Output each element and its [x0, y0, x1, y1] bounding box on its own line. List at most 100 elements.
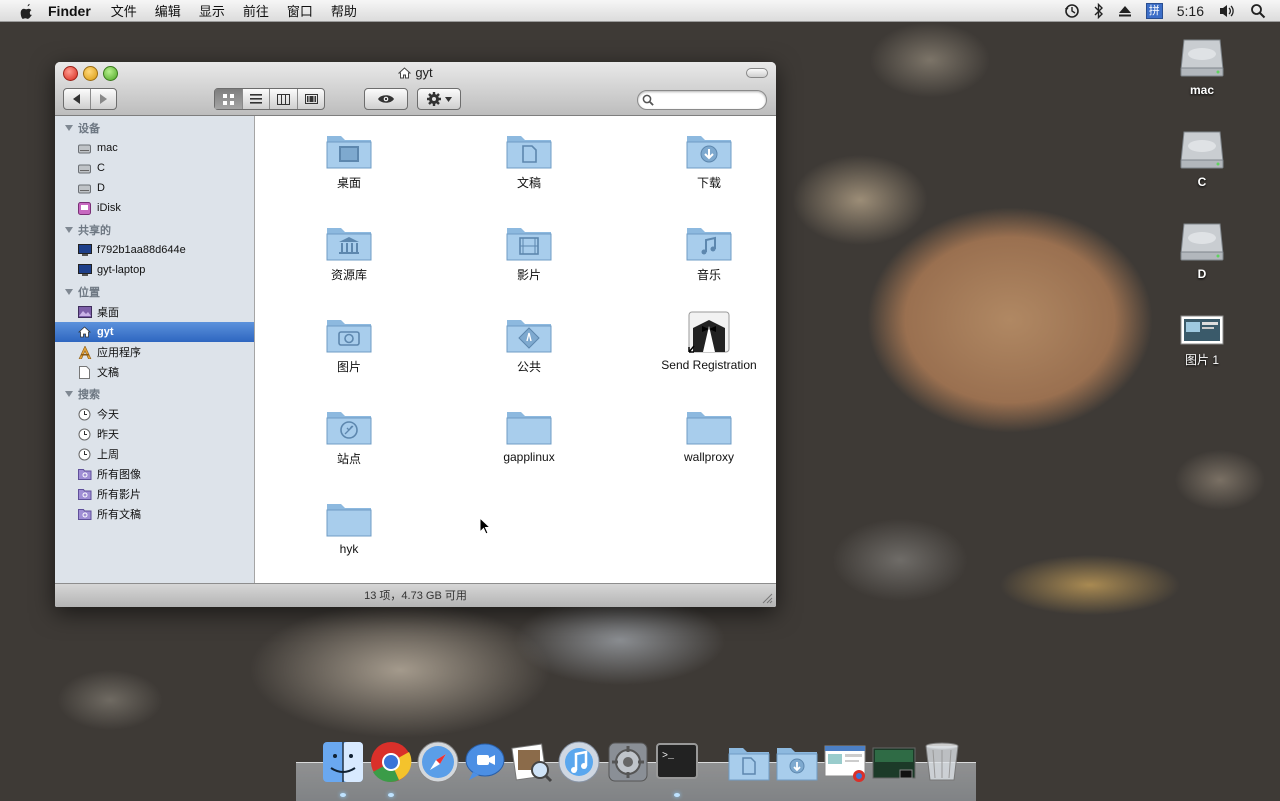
bluetooth-icon[interactable] [1094, 2, 1104, 19]
movies-folder-icon [505, 222, 553, 262]
send-registration-alias-icon [685, 310, 733, 354]
desktop-icon-mac[interactable]: mac [1162, 30, 1242, 97]
sidebar-section-search[interactable]: 搜索 [55, 386, 254, 404]
search-input[interactable] [654, 93, 758, 107]
sidebar-item-label: iDisk [97, 202, 121, 214]
list-view-button[interactable] [243, 89, 271, 109]
menu-edit[interactable]: 编辑 [155, 1, 181, 20]
sidebar-item-label: gyt [97, 326, 114, 338]
file-item-wallproxy[interactable]: wallproxy [634, 406, 776, 464]
sidebar-item-desktop[interactable]: 桌面 [55, 302, 254, 322]
disclosure-triangle-icon [65, 125, 73, 131]
finder-icon[interactable] [321, 740, 365, 784]
sidebar-item-today[interactable]: 今天 [55, 404, 254, 424]
file-item-gapplinux[interactable]: gapplinux [454, 406, 604, 464]
file-item-hyk[interactable]: hyk [274, 498, 424, 556]
itunes-icon[interactable] [557, 740, 601, 784]
trash-icon[interactable] [920, 740, 964, 784]
menu-clock[interactable]: 5:16 [1177, 3, 1204, 19]
sidebar-item-last-week[interactable]: 上周 [55, 444, 254, 464]
folder-icon [325, 498, 373, 538]
volume-icon[interactable] [1218, 3, 1236, 19]
terminal-icon[interactable]: >_ [655, 740, 699, 784]
forward-button[interactable] [91, 89, 117, 109]
gear-icon [426, 92, 441, 106]
web-page-stack-icon[interactable] [823, 740, 867, 784]
file-item-downloads[interactable]: 下载 [634, 130, 776, 191]
menu-go[interactable]: 前往 [243, 1, 269, 20]
view-mode-selector [214, 88, 325, 110]
icon-view-button[interactable] [215, 89, 243, 109]
file-item-sites[interactable]: 站点 [274, 406, 424, 467]
sidebar-item-gyt-laptop[interactable]: gyt-laptop [55, 260, 254, 280]
desktop-icon-label: mac [1189, 83, 1215, 97]
sidebar-section-devices[interactable]: 设备 [55, 120, 254, 138]
sidebar-section-places[interactable]: 位置 [55, 284, 254, 302]
sidebar-item-label: 所有文稿 [97, 509, 141, 521]
menu-view[interactable]: 显示 [199, 1, 225, 20]
menu-help[interactable]: 帮助 [331, 1, 357, 20]
file-item-movies[interactable]: 影片 [454, 222, 604, 283]
column-view-button[interactable] [270, 89, 299, 109]
file-item-library[interactable]: 资源库 [274, 222, 424, 283]
ichat-icon[interactable] [463, 740, 507, 784]
eject-icon[interactable] [1118, 4, 1132, 18]
public-folder-icon [505, 314, 553, 354]
file-item-label: 下载 [696, 176, 721, 190]
sidebar-item-yesterday[interactable]: 昨天 [55, 424, 254, 444]
desktop-icon-screenshot[interactable]: 图片 1 [1162, 314, 1242, 368]
idisk-icon [77, 201, 92, 215]
desktop-icon-d[interactable]: D [1162, 214, 1242, 281]
window-title: gyt [55, 65, 776, 80]
input-method-icon[interactable]: 拼 [1145, 2, 1163, 19]
sidebar-item-label: 上周 [97, 449, 119, 461]
sidebar-item-mac[interactable]: mac [55, 138, 254, 158]
sidebar-item-all-movies[interactable]: 所有影片 [55, 484, 254, 504]
sidebar-item-applications[interactable]: 应用程序 [55, 342, 254, 362]
menu-bar: Finder 文件 编辑 显示 前往 窗口 帮助 拼 5:16 [0, 0, 1280, 22]
sidebar-item-label: C [97, 162, 105, 174]
desktop-icon-label: D [1197, 267, 1207, 281]
file-item-public[interactable]: 公共 [454, 314, 604, 375]
desktop-icon-c[interactable]: C [1162, 122, 1242, 189]
safari-icon[interactable] [416, 740, 460, 784]
sidebar-item-all-images[interactable]: 所有图像 [55, 464, 254, 484]
menu-file[interactable]: 文件 [111, 1, 137, 20]
quick-look-button[interactable] [364, 88, 408, 110]
window-title-text: gyt [415, 65, 433, 80]
file-item-documents[interactable]: 文稿 [454, 130, 604, 191]
time-machine-icon[interactable] [1064, 3, 1080, 19]
chrome-icon[interactable] [369, 740, 413, 784]
preview-icon[interactable] [510, 740, 554, 784]
toolbar-toggle-button[interactable] [746, 68, 768, 78]
sidebar-item-all-documents[interactable]: 所有文稿 [55, 504, 254, 524]
spotlight-icon[interactable] [1250, 3, 1266, 19]
apple-menu-icon[interactable] [18, 3, 36, 19]
menu-window[interactable]: 窗口 [287, 1, 313, 20]
list-view-icon [250, 94, 263, 104]
file-item-music[interactable]: 音乐 [634, 222, 776, 283]
app-menu-finder[interactable]: Finder [48, 3, 91, 19]
back-button[interactable] [64, 89, 91, 109]
documents-stack-icon[interactable] [727, 740, 771, 784]
downloads-stack-icon[interactable] [775, 740, 819, 784]
file-item-label: hyk [339, 542, 359, 556]
cover-flow-button[interactable] [298, 89, 324, 109]
file-item-pictures[interactable]: 图片 [274, 314, 424, 375]
sidebar-item-d[interactable]: D [55, 178, 254, 198]
search-field[interactable] [637, 90, 767, 110]
sidebar-item-documents[interactable]: 文稿 [55, 362, 254, 382]
sidebar-item-f792b1aa88d644e[interactable]: f792b1aa88d644e [55, 240, 254, 260]
file-item-send-registration[interactable]: Send Registration [634, 310, 776, 372]
system-preferences-icon[interactable] [606, 740, 650, 784]
documents-folder-icon [505, 130, 553, 170]
action-menu-button[interactable] [417, 88, 461, 110]
sidebar-item-c[interactable]: C [55, 158, 254, 178]
sidebar-item-label: 应用程序 [97, 347, 141, 359]
sidebar-item-idisk[interactable]: iDisk [55, 198, 254, 218]
file-item-desktop[interactable]: 桌面 [274, 130, 424, 191]
sidebar-item-home[interactable]: gyt [55, 322, 254, 342]
sidebar-section-shared[interactable]: 共享的 [55, 222, 254, 240]
resize-grip-icon[interactable] [762, 593, 773, 604]
window-thumbnail-icon[interactable] [872, 740, 916, 784]
